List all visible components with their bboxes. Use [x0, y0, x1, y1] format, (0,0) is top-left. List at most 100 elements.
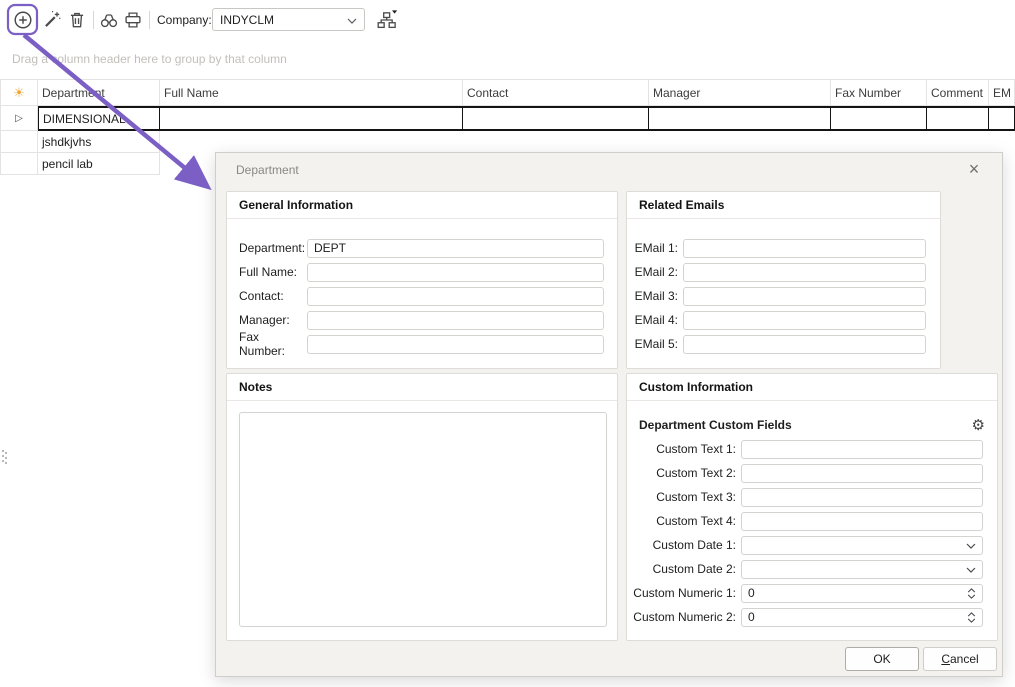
email2-input[interactable]: [683, 263, 926, 282]
binoculars-icon: [99, 10, 119, 33]
email5-label: EMail 5:: [627, 337, 678, 351]
department-cell[interactable]: jshdkjvhs: [38, 131, 160, 153]
email4-input[interactable]: [683, 311, 926, 330]
add-record-button[interactable]: [11, 9, 35, 33]
field-row: Custom Date 2:: [627, 557, 997, 581]
email1-input[interactable]: [683, 239, 926, 258]
full-name-label: Full Name:: [227, 265, 307, 279]
field-row: Full Name:: [227, 260, 617, 284]
field-row: Department:: [227, 236, 617, 260]
field-row: Custom Numeric 1: 0: [627, 581, 997, 605]
notes-group: Notes: [226, 373, 618, 641]
group-title-general: General Information: [227, 192, 617, 219]
column-header-comment[interactable]: Comment: [927, 79, 989, 106]
department-cell[interactable]: pencil lab: [38, 153, 160, 175]
department-cell[interactable]: DIMENSIONAL: [38, 106, 160, 131]
custom-numeric2-value: 0: [748, 610, 963, 624]
table-row[interactable]: jshdkjvhs: [0, 131, 1015, 153]
column-header-department[interactable]: Department: [38, 79, 160, 106]
dialog-title: Department: [236, 163, 299, 177]
group-title-custom: Custom Information: [627, 374, 997, 401]
full-name-input[interactable]: [307, 263, 604, 282]
toolbar: Company: INDYCLM: [0, 0, 1015, 42]
chevron-up-icon: [967, 612, 976, 617]
field-row: EMail 4:: [627, 308, 940, 332]
fax-number-cell[interactable]: [831, 106, 927, 131]
company-combobox[interactable]: INDYCLM: [212, 8, 365, 31]
field-row: Custom Numeric 2: 0: [627, 605, 997, 629]
cancel-button[interactable]: Cancel: [923, 647, 997, 671]
custom-text1-input[interactable]: [741, 440, 983, 459]
custom-fields-subtitle: Department Custom Fields: [639, 418, 972, 432]
company-combobox-value: INDYCLM: [220, 13, 347, 27]
manager-input[interactable]: [307, 311, 604, 330]
toolbar-separator: [149, 11, 150, 29]
group-title-notes: Notes: [227, 374, 617, 401]
column-header-email[interactable]: EM: [989, 79, 1015, 106]
field-row: Fax Number:: [227, 332, 617, 356]
customize-icon: ☀: [13, 86, 25, 99]
close-icon[interactable]: ×: [964, 159, 984, 179]
related-emails-group: Related Emails EMail 1: EMail 2: EMail 3…: [626, 191, 941, 369]
row-indicator: [0, 131, 38, 153]
spin-buttons[interactable]: [967, 588, 976, 599]
edit-record-button[interactable]: [40, 9, 64, 33]
custom-numeric2-spinner[interactable]: 0: [741, 608, 983, 627]
custom-text2-input[interactable]: [741, 464, 983, 483]
email3-label: EMail 3:: [627, 289, 678, 303]
department-input[interactable]: [307, 239, 604, 258]
column-header-full-name[interactable]: Full Name: [160, 79, 463, 106]
print-button[interactable]: [121, 9, 145, 33]
custom-numeric1-label: Custom Numeric 1:: [627, 586, 736, 600]
contact-cell[interactable]: [463, 106, 649, 131]
notes-textarea[interactable]: [239, 412, 607, 627]
ok-button[interactable]: OK: [845, 647, 919, 671]
full-name-cell[interactable]: [160, 106, 463, 131]
field-row: EMail 3:: [627, 284, 940, 308]
general-information-group: General Information Department: Full Nam…: [226, 191, 618, 369]
comment-cell[interactable]: [927, 106, 989, 131]
row-indicator: [0, 153, 38, 175]
company-lookup-button[interactable]: [375, 9, 399, 33]
custom-text4-input[interactable]: [741, 512, 983, 531]
find-button[interactable]: [97, 9, 121, 33]
custom-date1-dropdown[interactable]: [741, 536, 983, 555]
field-row: Contact:: [227, 284, 617, 308]
column-header-contact[interactable]: Contact: [463, 79, 649, 106]
gear-icon[interactable]: ⚙: [972, 418, 985, 433]
custom-date2-dropdown[interactable]: [741, 560, 983, 579]
chevron-down-icon: [966, 538, 976, 552]
field-row: EMail 2:: [627, 260, 940, 284]
chevron-down-icon: [967, 594, 976, 599]
custom-information-group: Custom Information Department Custom Fie…: [626, 373, 998, 641]
group-title-emails: Related Emails: [627, 192, 940, 219]
splitter-handle[interactable]: [2, 450, 4, 452]
custom-text2-label: Custom Text 2:: [627, 466, 736, 480]
email5-input[interactable]: [683, 335, 926, 354]
spin-buttons[interactable]: [967, 612, 976, 623]
magic-wand-icon: [42, 10, 62, 33]
column-header-fax-number[interactable]: Fax Number: [831, 79, 927, 106]
custom-date1-label: Custom Date 1:: [627, 538, 736, 552]
column-header-manager[interactable]: Manager: [649, 79, 831, 106]
email-cell[interactable]: [989, 106, 1015, 131]
custom-text3-input[interactable]: [741, 488, 983, 507]
custom-text4-label: Custom Text 4:: [627, 514, 736, 528]
custom-text3-label: Custom Text 3:: [627, 490, 736, 504]
email3-input[interactable]: [683, 287, 926, 306]
group-by-panel[interactable]: Drag a column header here to group by th…: [12, 52, 287, 66]
grid-customize-corner[interactable]: ☀: [0, 79, 38, 106]
table-row-selected[interactable]: ▷ DIMENSIONAL: [0, 106, 1015, 131]
chevron-up-icon: [967, 588, 976, 593]
delete-record-button[interactable]: [65, 9, 89, 33]
field-row: Custom Text 1:: [627, 437, 997, 461]
manager-cell[interactable]: [649, 106, 831, 131]
contact-input[interactable]: [307, 287, 604, 306]
field-row: Custom Text 2:: [627, 461, 997, 485]
grid-header-row: ☀ Department Full Name Contact Manager F…: [0, 79, 1015, 106]
manager-label: Manager:: [227, 313, 307, 327]
field-row: Custom Text 4:: [627, 509, 997, 533]
fax-number-input[interactable]: [307, 335, 604, 354]
custom-numeric1-spinner[interactable]: 0: [741, 584, 983, 603]
contact-label: Contact:: [227, 289, 307, 303]
